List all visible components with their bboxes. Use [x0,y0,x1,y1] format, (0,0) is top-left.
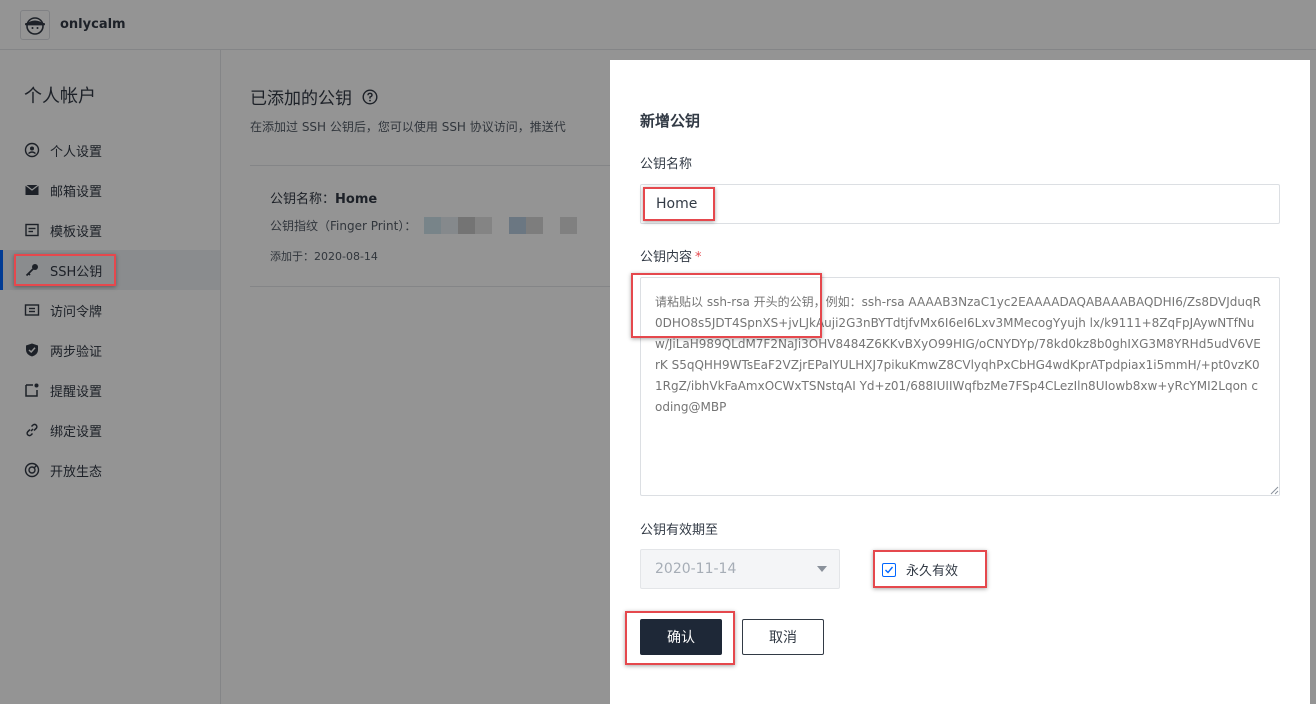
expire-field-label: 公钥有效期至 [640,523,719,538]
resize-grip-icon[interactable] [1270,486,1279,495]
chevron-down-icon [817,566,827,572]
cancel-button[interactable]: 取消 [742,619,824,655]
checkbox-box[interactable] [882,562,896,577]
add-key-dialog: 新增公钥 公钥名称 公钥内容* 公钥有效期至 2020-11-14 永久有效 确… [610,60,1310,704]
key-name-field-label: 公钥名称 [640,157,693,172]
key-content-textarea[interactable] [640,277,1280,496]
key-name-input[interactable] [640,184,1280,224]
required-marker: * [695,250,702,265]
permanent-checkbox[interactable]: 永久有效 [882,560,958,579]
permanent-label: 永久有效 [906,564,959,579]
confirm-button[interactable]: 确认 [640,619,722,655]
check-icon [885,566,894,574]
key-content-label-text: 公钥内容 [640,250,693,265]
expire-date-value: 2020-11-14 [655,561,737,577]
key-content-field-label: 公钥内容 * [640,246,702,265]
dialog-title: 新增公钥 [640,112,701,130]
expire-date-select[interactable]: 2020-11-14 [640,549,840,589]
